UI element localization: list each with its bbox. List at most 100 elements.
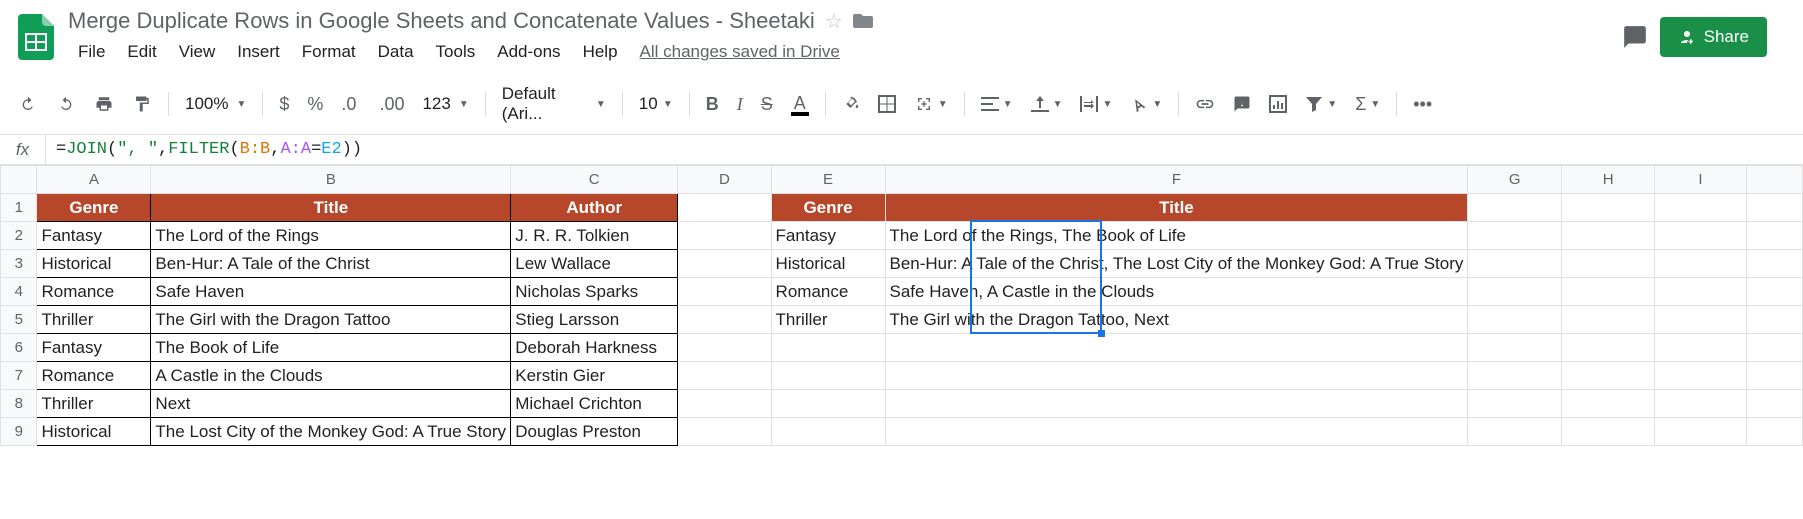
- cell[interactable]: Douglas Preston: [511, 418, 678, 446]
- more-formats[interactable]: 123▼: [414, 90, 476, 118]
- cell[interactable]: [885, 390, 1468, 418]
- spreadsheet-grid[interactable]: A B C D E F G H I 1GenreTitleAuthorGenre…: [0, 165, 1803, 446]
- cell[interactable]: [1468, 362, 1562, 390]
- merge-cells-icon[interactable]: ▼: [906, 90, 956, 118]
- cell[interactable]: [1562, 334, 1655, 362]
- cell[interactable]: Ben-Hur: A Tale of the Christ, The Lost …: [885, 250, 1468, 278]
- row-header[interactable]: 1: [1, 194, 37, 222]
- cell[interactable]: The Girl with the Dragon Tattoo, Next: [885, 306, 1468, 334]
- cell[interactable]: A Castle in the Clouds: [151, 362, 511, 390]
- horizontal-align-icon[interactable]: ▼: [973, 91, 1021, 117]
- cell[interactable]: Title: [885, 194, 1468, 222]
- strikethrough-icon[interactable]: S: [753, 88, 781, 121]
- cell[interactable]: [1468, 222, 1562, 250]
- cell[interactable]: [1746, 334, 1802, 362]
- cell[interactable]: [1655, 278, 1746, 306]
- cell[interactable]: [885, 418, 1468, 446]
- col-header-B[interactable]: B: [151, 166, 511, 194]
- cell[interactable]: [1468, 390, 1562, 418]
- cell[interactable]: [771, 418, 885, 446]
- cell[interactable]: Romance: [37, 278, 151, 306]
- cell[interactable]: [1655, 334, 1746, 362]
- cell[interactable]: [1562, 390, 1655, 418]
- undo-icon[interactable]: [10, 90, 46, 118]
- fill-color-icon[interactable]: [834, 90, 868, 118]
- cell[interactable]: Michael Crichton: [511, 390, 678, 418]
- zoom-select[interactable]: 100%▼: [177, 90, 254, 118]
- cell[interactable]: The Lord of the Rings: [151, 222, 511, 250]
- cell[interactable]: Thriller: [37, 306, 151, 334]
- cell[interactable]: [1562, 362, 1655, 390]
- col-header-A[interactable]: A: [37, 166, 151, 194]
- cell[interactable]: [1562, 222, 1655, 250]
- cell[interactable]: [885, 334, 1468, 362]
- cell[interactable]: [678, 390, 771, 418]
- vertical-align-icon[interactable]: ▼: [1023, 90, 1071, 118]
- row-header[interactable]: 5: [1, 306, 37, 334]
- font-select[interactable]: Default (Ari...▼: [494, 80, 614, 128]
- cell[interactable]: [771, 390, 885, 418]
- cell[interactable]: [1746, 390, 1802, 418]
- cell[interactable]: J. R. R. Tolkien: [511, 222, 678, 250]
- cell[interactable]: [1655, 362, 1746, 390]
- row-header[interactable]: 4: [1, 278, 37, 306]
- cell[interactable]: Author: [511, 194, 678, 222]
- text-wrap-icon[interactable]: ▼: [1072, 90, 1120, 118]
- decrease-decimal-icon[interactable]: .0: [333, 88, 369, 121]
- col-header-E[interactable]: E: [771, 166, 885, 194]
- row-header[interactable]: 6: [1, 334, 37, 362]
- cell[interactable]: The Lost City of the Monkey God: A True …: [151, 418, 511, 446]
- menu-edit[interactable]: Edit: [117, 38, 166, 66]
- cell[interactable]: [1562, 278, 1655, 306]
- borders-icon[interactable]: [870, 89, 904, 119]
- menu-data[interactable]: Data: [368, 38, 424, 66]
- cell[interactable]: Kerstin Gier: [511, 362, 678, 390]
- cell[interactable]: Fantasy: [37, 334, 151, 362]
- menu-addons[interactable]: Add-ons: [487, 38, 570, 66]
- select-all-cell[interactable]: [1, 166, 37, 194]
- cell[interactable]: Safe Haven, A Castle in the Clouds: [885, 278, 1468, 306]
- cell[interactable]: Lew Wallace: [511, 250, 678, 278]
- cell[interactable]: [1746, 418, 1802, 446]
- formula-input[interactable]: =JOIN(", ",FILTER(B:B,A:A=E2)): [46, 136, 1803, 163]
- cell[interactable]: [678, 222, 771, 250]
- print-icon[interactable]: [86, 89, 122, 119]
- star-icon[interactable]: ☆: [825, 9, 843, 34]
- row-header[interactable]: 8: [1, 390, 37, 418]
- drive-status[interactable]: All changes saved in Drive: [640, 38, 840, 66]
- menu-file[interactable]: File: [68, 38, 115, 66]
- row-header[interactable]: 2: [1, 222, 37, 250]
- cell[interactable]: The Book of Life: [151, 334, 511, 362]
- cell[interactable]: [1468, 194, 1562, 222]
- cell[interactable]: Genre: [771, 194, 885, 222]
- cell[interactable]: [1746, 278, 1802, 306]
- cell[interactable]: Deborah Harkness: [511, 334, 678, 362]
- cell[interactable]: The Lord of the Rings, The Book of Life: [885, 222, 1468, 250]
- cell[interactable]: [1468, 306, 1562, 334]
- comment-icon[interactable]: [1622, 24, 1648, 50]
- menu-view[interactable]: View: [169, 38, 226, 66]
- cell[interactable]: Thriller: [37, 390, 151, 418]
- cell[interactable]: Next: [151, 390, 511, 418]
- col-header-H[interactable]: H: [1562, 166, 1655, 194]
- cell[interactable]: Fantasy: [37, 222, 151, 250]
- cell[interactable]: Historical: [771, 250, 885, 278]
- cell[interactable]: [1468, 334, 1562, 362]
- font-size-select[interactable]: 10▼: [631, 90, 681, 118]
- cell[interactable]: [678, 418, 771, 446]
- document-title[interactable]: Merge Duplicate Rows in Google Sheets an…: [68, 8, 815, 34]
- cell[interactable]: [678, 250, 771, 278]
- cell[interactable]: [678, 362, 771, 390]
- cell[interactable]: [1562, 250, 1655, 278]
- cell[interactable]: [678, 194, 771, 222]
- cell[interactable]: Ben-Hur: A Tale of the Christ: [151, 250, 511, 278]
- cell[interactable]: Historical: [37, 250, 151, 278]
- percent-icon[interactable]: %: [299, 88, 331, 121]
- col-header-F[interactable]: F: [885, 166, 1468, 194]
- col-header-G[interactable]: G: [1468, 166, 1562, 194]
- share-button[interactable]: Share: [1660, 17, 1767, 57]
- currency-icon[interactable]: $: [271, 88, 297, 121]
- more-icon[interactable]: •••: [1405, 88, 1440, 121]
- cell[interactable]: Nicholas Sparks: [511, 278, 678, 306]
- col-header-I[interactable]: I: [1655, 166, 1746, 194]
